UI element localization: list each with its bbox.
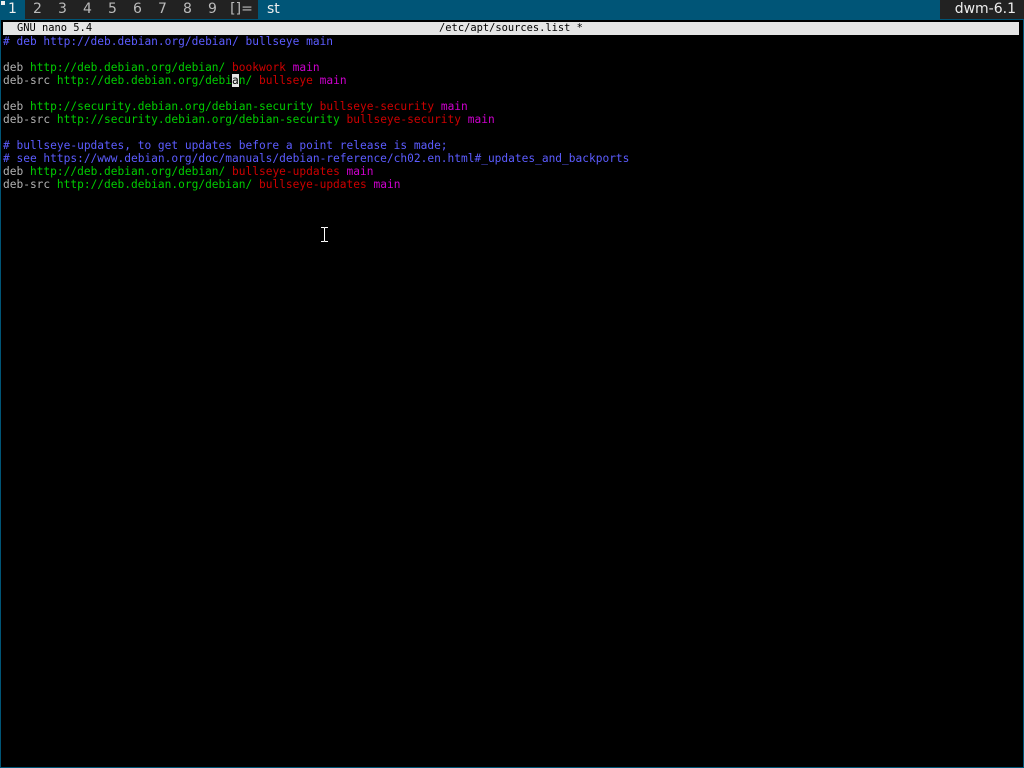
repository-url: n/ — [238, 74, 259, 87]
tag-label: 5 — [108, 1, 117, 17]
distribution-name: bullseye-security — [319, 100, 441, 113]
tag-label: 8 — [183, 1, 192, 17]
tag-list: 123456789 — [0, 0, 225, 19]
component-name: main — [292, 61, 320, 74]
tag-3[interactable]: 3 — [50, 0, 75, 19]
ibeam-cursor-icon — [321, 227, 328, 242]
tag-1[interactable]: 1 — [0, 0, 25, 19]
buffer-line[interactable]: deb http://deb.debian.org/debian/ bullse… — [3, 165, 629, 178]
tag-label: 6 — [133, 1, 142, 17]
tag-7[interactable]: 7 — [150, 0, 175, 19]
source-type: deb-src — [3, 74, 57, 87]
buffer-line[interactable]: deb http://security.debian.org/debian-se… — [3, 100, 629, 113]
tag-label: 4 — [83, 1, 92, 17]
repository-url: http://security.debian.org/debian-securi… — [29, 100, 320, 113]
component-name: main — [440, 100, 468, 113]
buffer-line[interactable]: deb-src http://deb.debian.org/debian/ bu… — [3, 74, 629, 87]
tag-label: 7 — [158, 1, 167, 17]
distribution-name: bookwork — [232, 61, 293, 74]
source-type: deb-src — [3, 178, 57, 191]
buffer-line[interactable]: deb-src http://deb.debian.org/debian/ bu… — [3, 178, 629, 191]
editor-buffer[interactable]: # deb http://deb.debian.org/debian/ bull… — [3, 35, 629, 191]
buffer-line[interactable] — [3, 87, 629, 100]
terminal-window[interactable]: /etc/apt/sources.list * GNU nano 5.4 # d… — [0, 19, 1024, 768]
source-type: deb-src — [3, 113, 57, 126]
occupied-tag-indicator-icon — [1, 1, 5, 5]
dwm-bar: 123456789 []= st dwm-6.1 — [0, 0, 1024, 19]
tag-6[interactable]: 6 — [125, 0, 150, 19]
status-text[interactable]: dwm-6.1 — [940, 0, 1024, 19]
layout-symbol[interactable]: []= — [225, 0, 258, 19]
comment-text: # deb http://deb.debian.org/debian/ bull… — [3, 35, 334, 48]
buffer-line[interactable]: # see https://www.debian.org/doc/manuals… — [3, 152, 629, 165]
nano-version: GNU nano 5.4 — [17, 22, 93, 34]
tag-2[interactable]: 2 — [25, 0, 50, 19]
nano-filename: /etc/apt/sources.list * — [439, 22, 583, 34]
repository-url: http://deb.debian.org/debian/ — [29, 61, 233, 74]
distribution-name: bullseye-updates — [258, 178, 374, 191]
buffer-line[interactable] — [3, 126, 629, 139]
tag-label: 2 — [33, 1, 42, 17]
buffer-line[interactable]: # deb http://deb.debian.org/debian/ bull… — [3, 35, 629, 48]
buffer-line[interactable] — [3, 48, 629, 61]
distribution-name: bullseye-security — [346, 113, 468, 126]
distribution-name: bullseye-updates — [232, 165, 347, 178]
buffer-line[interactable]: deb http://deb.debian.org/debian/ bookwo… — [3, 61, 629, 74]
tag-8[interactable]: 8 — [175, 0, 200, 19]
tag-5[interactable]: 5 — [100, 0, 125, 19]
distribution-name: bullseye — [258, 74, 320, 87]
nano-title-bar: /etc/apt/sources.list * GNU nano 5.4 — [3, 22, 1019, 35]
text-cursor: a — [232, 74, 239, 87]
tag-label: 9 — [208, 1, 217, 17]
tag-label: 1 — [8, 1, 17, 17]
window-title[interactable]: st — [258, 0, 940, 19]
component-name: main — [346, 165, 374, 178]
tag-9[interactable]: 9 — [200, 0, 225, 19]
buffer-line[interactable]: deb-src http://security.debian.org/debia… — [3, 113, 629, 126]
component-name: main — [319, 74, 347, 87]
source-type: deb — [3, 100, 30, 113]
source-type: deb — [3, 165, 30, 178]
comment-text: # bullseye-updates, to get updates befor… — [3, 139, 448, 152]
repository-url: http://deb.debian.org/debian/ — [56, 178, 259, 191]
repository-url: http://deb.debian.org/debian/ — [29, 165, 233, 178]
comment-text: # see https://www.debian.org/doc/manuals… — [3, 152, 630, 165]
repository-url: http://deb.debian.org/debi — [56, 74, 233, 87]
component-name: main — [373, 178, 401, 191]
tag-4[interactable]: 4 — [75, 0, 100, 19]
component-name: main — [467, 113, 495, 126]
buffer-line[interactable]: # bullseye-updates, to get updates befor… — [3, 139, 629, 152]
repository-url: http://security.debian.org/debian-securi… — [56, 113, 347, 126]
source-type: deb — [3, 61, 30, 74]
tag-label: 3 — [58, 1, 67, 17]
